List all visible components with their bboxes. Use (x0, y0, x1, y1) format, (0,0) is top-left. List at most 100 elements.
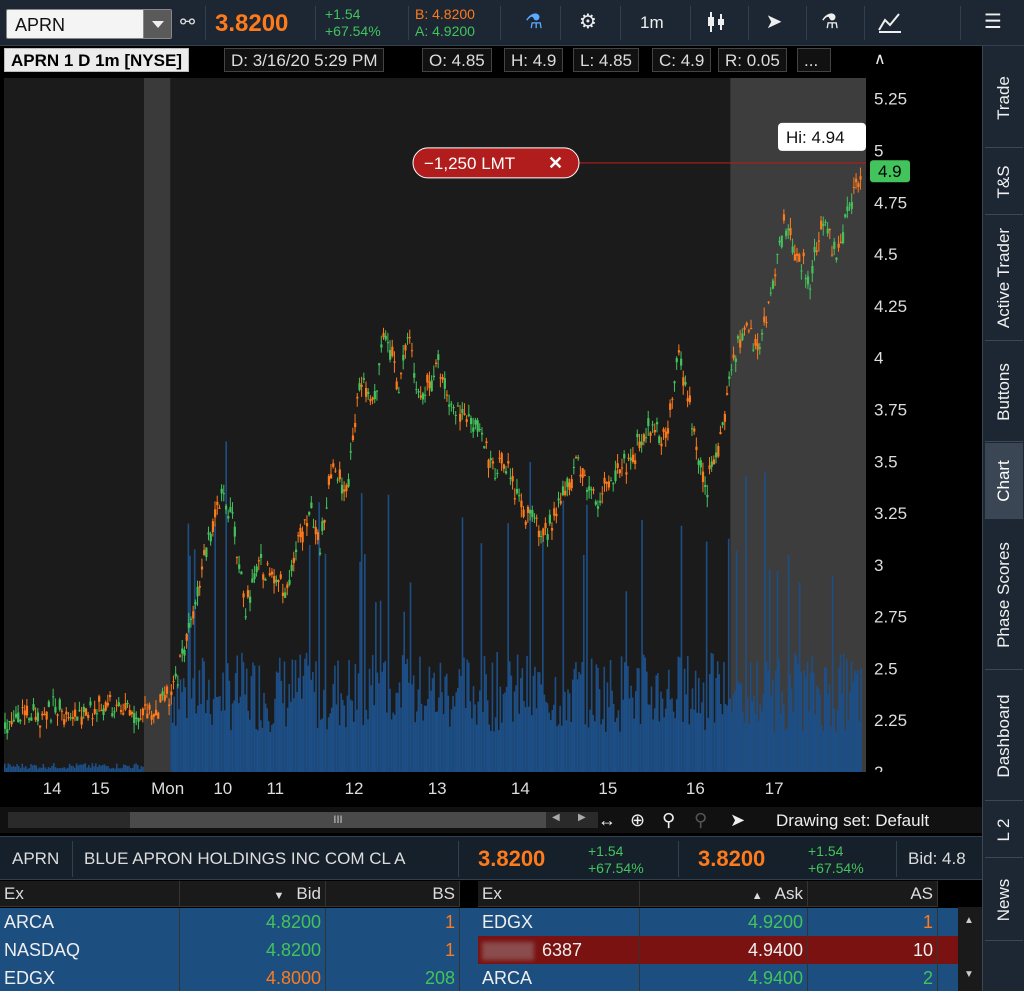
candle-body (507, 461, 510, 464)
close-icon[interactable]: ✕ (548, 153, 563, 173)
volume-bar (505, 686, 508, 772)
chevron-down-icon[interactable] (143, 10, 171, 38)
crosshair-icon[interactable]: ⊕ (630, 810, 645, 831)
gear-icon[interactable]: ⚙ (576, 10, 600, 34)
flask-icon[interactable]: ⚗ (522, 10, 546, 34)
candle-body (159, 694, 162, 703)
volume-bar (423, 705, 426, 772)
volume-bar (625, 591, 628, 772)
candle-body (242, 593, 245, 598)
volume-bar (669, 699, 672, 772)
ask-row[interactable]: EDGX 4.9200 1 (478, 908, 958, 936)
scroll-up-icon[interactable]: ▲ (964, 915, 974, 926)
volume-bar (135, 763, 137, 772)
menu-icon[interactable]: ☰ (982, 10, 1004, 34)
scroll-thumb[interactable]: III (130, 812, 546, 828)
volume-bar (831, 575, 834, 772)
interval-button[interactable]: 1m (640, 13, 664, 33)
side-tab-trade[interactable]: Trade (985, 48, 1023, 148)
bid-size-header[interactable]: BS (326, 881, 460, 907)
volume-bar (368, 668, 371, 772)
volume-bar (469, 701, 472, 772)
scroll-down-icon[interactable]: ▼ (964, 969, 974, 980)
bid-row[interactable]: EDGX 4.8000 208 (0, 964, 478, 991)
volume-bar (266, 708, 268, 772)
book-scrollbar[interactable]: ▲ ▼ (958, 907, 982, 991)
candle-body (80, 716, 83, 725)
side-tab-t-s[interactable]: T&S (985, 149, 1023, 215)
pan-arrows-icon[interactable]: ↔ (598, 810, 616, 831)
collapse-chevron-icon[interactable]: ∧ (874, 48, 886, 72)
volume-bar (312, 671, 314, 772)
studies-flask-icon[interactable]: ⚗ (818, 10, 842, 34)
volume-bar (393, 714, 396, 772)
bid-price-header[interactable]: ▼ Bid (180, 881, 326, 907)
symbol-selector[interactable]: APRN (6, 9, 172, 39)
bid-row[interactable]: ARCA 4.8200 1 (0, 908, 478, 936)
candle-body (509, 477, 512, 480)
candlestick-icon[interactable] (703, 10, 729, 40)
ask-price-header[interactable]: ▲ Ask (640, 881, 808, 907)
separator (960, 6, 961, 40)
volume-bar (359, 561, 361, 772)
side-tab-active-trader[interactable]: Active Trader (985, 216, 1023, 341)
volume-bar (214, 524, 216, 772)
order-label[interactable]: −1,250 LMT ✕ (412, 147, 580, 179)
ask-row[interactable]: 6387 4.9400 10 (478, 936, 958, 964)
price-chart[interactable]: 5.25 5 4.75 4.5 4.25 4 3.75 3.5 3.25 3 2.75 2.5 2.25… (0, 74, 982, 807)
x-tick-label: 15 (598, 779, 617, 798)
side-tab-l-2[interactable]: L 2 (985, 802, 1023, 858)
scroll-right-icon[interactable]: ▶ (578, 812, 586, 823)
side-tab-phase-scores[interactable]: Phase Scores (985, 520, 1023, 670)
scroll-left-icon[interactable]: ◀ (552, 812, 560, 823)
candle-body (290, 564, 293, 571)
candle-body (4, 722, 7, 729)
bid-ex-header[interactable]: Ex (0, 881, 180, 907)
volume-bar (114, 768, 116, 772)
ask-ex-header[interactable]: Ex (478, 881, 640, 907)
candle-body (817, 240, 821, 242)
volume-bar (806, 661, 809, 772)
volume-bar (825, 667, 828, 772)
cursor-icon[interactable]: ➤ (762, 10, 786, 34)
volume-bar (783, 704, 785, 772)
volume-bar (740, 683, 743, 772)
bid-row[interactable]: NASDAQ 4.8200 1 (0, 936, 478, 964)
symbol-input[interactable]: APRN (15, 15, 65, 36)
drawing-set-selector[interactable]: Drawing set: Default (776, 811, 929, 831)
volume-bar (672, 711, 675, 772)
candle-body (98, 696, 101, 702)
ask-size-cell: 10 (808, 936, 938, 964)
side-tab-buttons[interactable]: Buttons (985, 342, 1023, 442)
zoom-out-icon[interactable]: ⚲ (694, 810, 707, 831)
chart-canvas[interactable]: 5.25 5 4.75 4.5 4.25 4 3.75 3.5 3.25 3 2.75 2.5 2.25… (0, 74, 982, 807)
volume-bar (379, 600, 382, 772)
side-tab-dashboard[interactable]: Dashboard (985, 671, 1023, 801)
candle-body (813, 247, 816, 253)
candle-body (531, 510, 534, 517)
ask-size-header[interactable]: AS (808, 881, 938, 907)
candle-body (413, 373, 416, 378)
zoom-in-icon[interactable]: ⚲ (662, 810, 675, 831)
pointer-icon[interactable]: ➤ (730, 810, 745, 831)
volume-bar (619, 731, 621, 772)
candle-body (43, 713, 46, 715)
side-tab-news[interactable]: News (985, 859, 1023, 941)
volume-bar (622, 699, 624, 772)
volume-bar (61, 767, 64, 772)
volume-bar (11, 766, 13, 772)
side-tab-chart[interactable]: Chart (985, 443, 1023, 519)
ask-row[interactable]: ARCA 4.9400 2 (478, 964, 958, 991)
candle-body (760, 333, 764, 335)
volume-bar (652, 719, 654, 772)
candle-body (389, 349, 392, 360)
volume-bar (649, 704, 651, 772)
candle-body (465, 419, 468, 422)
volume-bar (264, 703, 267, 772)
drawing-tools-icon[interactable] (876, 10, 904, 40)
candle-body (566, 478, 569, 488)
candle-body (496, 472, 499, 474)
more-button[interactable]: ... (797, 48, 831, 72)
ask-book: Ex ▲ Ask AS EDGX 4.9200 1 6387 4.9400 10 ARCA 4.… (478, 881, 958, 991)
link-icon[interactable]: ⚯ (180, 10, 195, 34)
